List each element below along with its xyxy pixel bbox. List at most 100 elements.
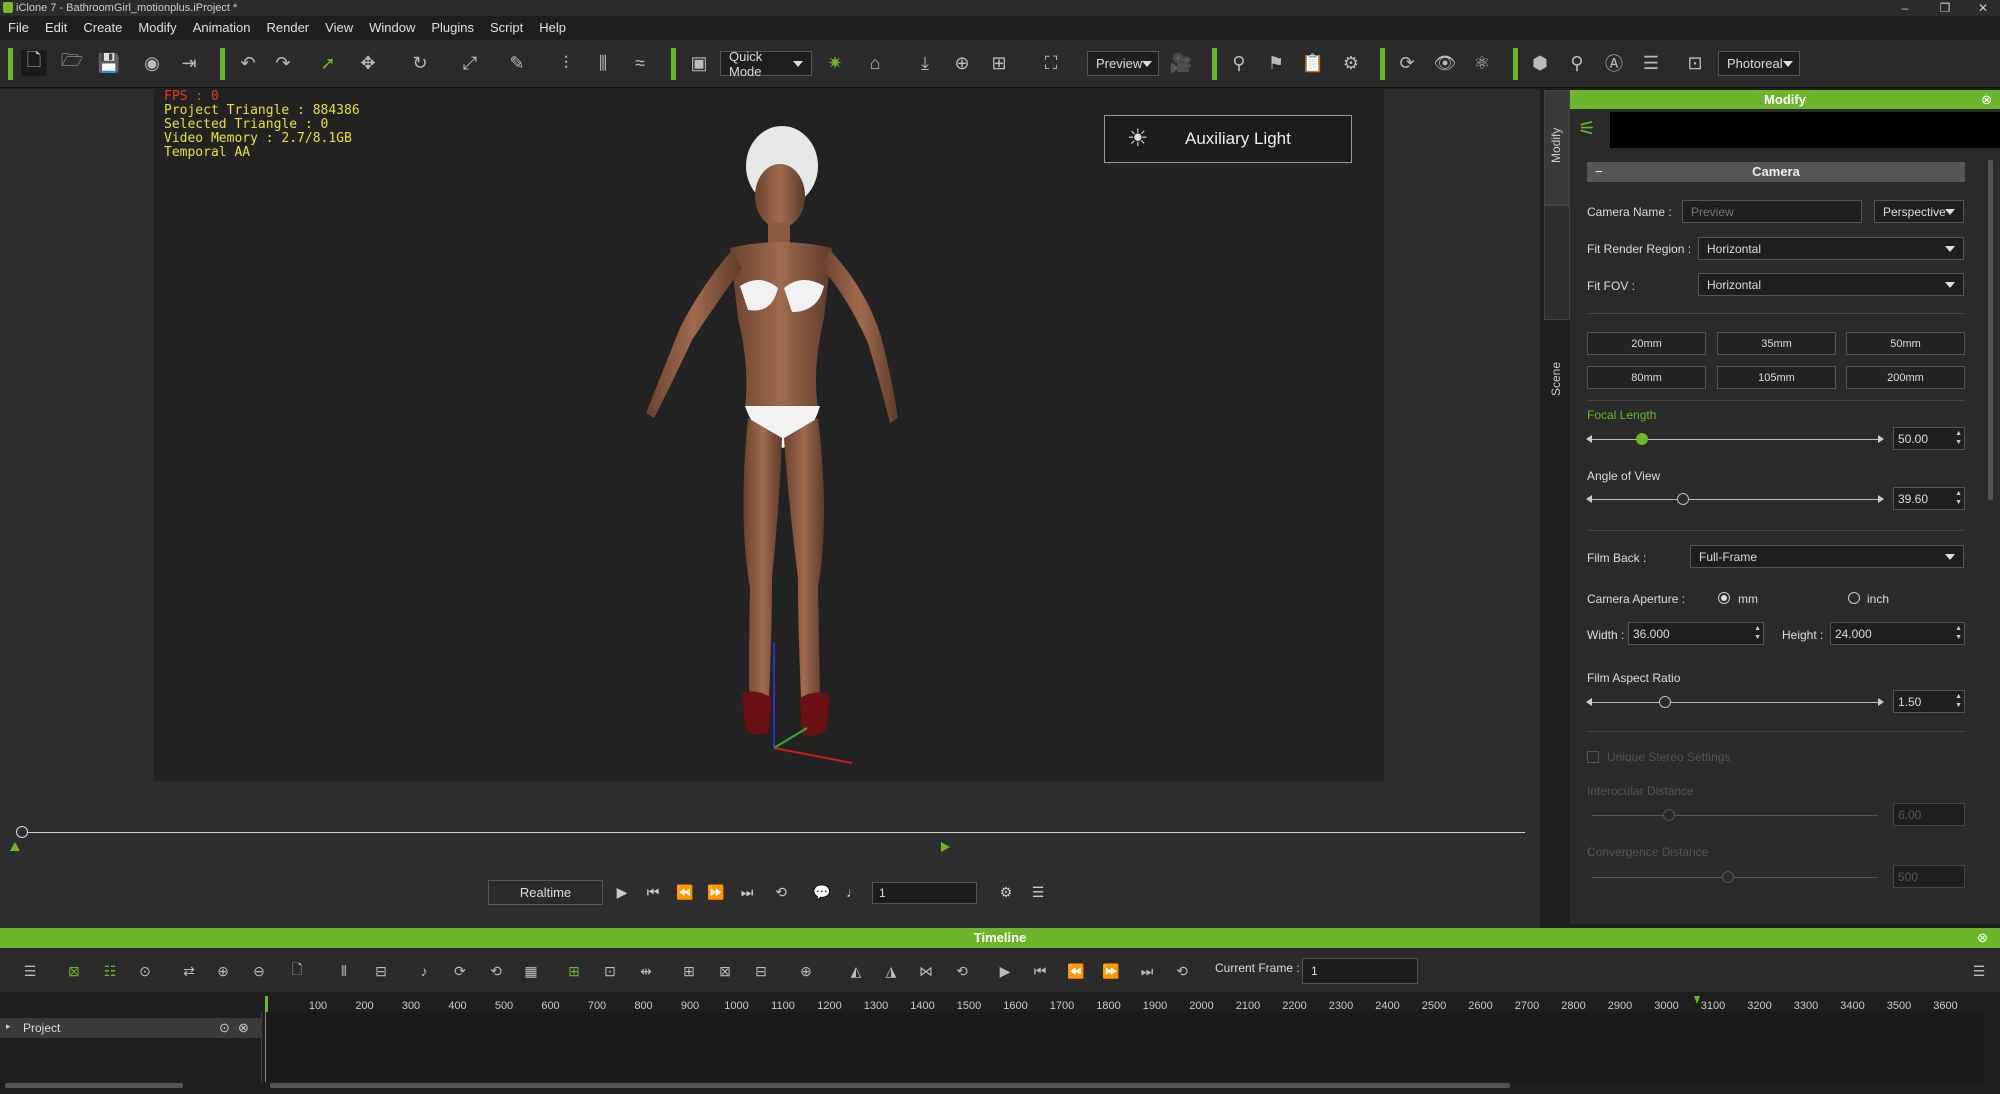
mm-radio[interactable] [1718, 592, 1730, 604]
distribute-icon[interactable]: ⫼ [590, 50, 616, 76]
key-icon[interactable]: ⊠ [63, 960, 85, 982]
angle-slider[interactable] [1592, 499, 1878, 500]
realtime-button[interactable]: Realtime [488, 880, 603, 905]
lens-50mm-button[interactable]: 50mm [1846, 332, 1965, 355]
close-track-icon[interactable]: ⊗ [238, 1020, 249, 1036]
range-start-marker[interactable] [10, 842, 20, 851]
music-key-icon[interactable]: ♪ [413, 960, 435, 982]
select-arrow-icon[interactable]: ➚ [315, 50, 341, 76]
view-icon[interactable]: ⊙ [134, 960, 156, 982]
focal-length-handle[interactable] [1636, 433, 1648, 445]
camera-name-field[interactable] [1682, 200, 1862, 223]
add-key-icon[interactable]: ⊕ [212, 960, 234, 982]
puppet-icon[interactable]: ⚲ [1226, 50, 1252, 76]
save-icon[interactable]: 💾 [96, 50, 122, 76]
film-back-dropdown[interactable]: Full-Frame [1690, 545, 1964, 568]
tl-skip-start-icon[interactable]: ⏮ [1029, 960, 1051, 982]
render-quality-dropdown[interactable]: Photoreal [1718, 51, 1800, 76]
drop-to-floor-icon[interactable]: ⤓ [912, 50, 938, 76]
camera-dropdown[interactable]: Preview [1087, 51, 1159, 76]
auxiliary-light-button[interactable]: ☀ Auxiliary Light [1104, 115, 1352, 163]
inch-radio[interactable] [1848, 592, 1860, 604]
angle-handle[interactable] [1677, 493, 1689, 505]
clipboard-icon[interactable]: 📋 [1300, 50, 1326, 76]
menu-help[interactable]: Help [531, 20, 574, 35]
aspect-ratio-input[interactable]: 1.50 ▲ ▼ [1893, 690, 1965, 713]
modify-scrollbar[interactable] [1988, 160, 1993, 500]
mode-dropdown[interactable]: Quick Mode [720, 49, 812, 79]
time-scrubber-track[interactable] [20, 832, 1525, 833]
time-scrubber-handle[interactable] [16, 826, 28, 838]
lens-20mm-button[interactable]: 20mm [1587, 332, 1706, 355]
loop-icon[interactable]: ⟲ [770, 881, 792, 903]
slider-right-arrow[interactable] [1878, 495, 1884, 503]
document-icon[interactable]: 🗋 [286, 960, 308, 982]
zoom-icon[interactable]: ⊕ [795, 960, 817, 982]
light-sun-icon[interactable]: ✷ [822, 50, 848, 76]
iray-icon[interactable]: ⬢ [1527, 50, 1553, 76]
camera-section-header[interactable]: − Camera [1587, 162, 1965, 182]
frame-icon[interactable]: ⛶ [1038, 50, 1064, 76]
prev-frame-icon[interactable]: ⏪ [674, 881, 696, 903]
timeline-scrollbar[interactable] [270, 1083, 1510, 1088]
rotate-icon[interactable]: ↻ [407, 50, 433, 76]
flip-icon[interactable]: ◭ [845, 960, 867, 982]
menu-edit[interactable]: Edit [37, 20, 75, 35]
new-file-icon[interactable]: 🗋 [21, 50, 47, 76]
cycle-icon[interactable]: ⟳ [449, 960, 471, 982]
move-icon[interactable]: ✥ [355, 50, 381, 76]
maximize-button[interactable]: ❐ [1930, 0, 1960, 16]
text-icon[interactable]: Ⓐ [1601, 50, 1627, 76]
settings-sliders-icon[interactable]: ☰ [1638, 50, 1664, 76]
camera-icon[interactable]: 🎥 [1168, 50, 1194, 76]
flip2-icon[interactable]: ◮ [880, 960, 902, 982]
menu-script[interactable]: Script [482, 20, 531, 35]
spin-arrows[interactable]: ▲ ▼ [1955, 692, 1962, 710]
track-area[interactable] [265, 1012, 1985, 1082]
lens-80mm-button[interactable]: 80mm [1587, 366, 1706, 389]
range-icon[interactable]: ⊞ [563, 960, 585, 982]
wireframe-icon[interactable]: ≈ [627, 50, 653, 76]
tl-skip-end-icon[interactable]: ⏭ [1136, 960, 1158, 982]
project-track-row[interactable]: ▸ Project ⊙ ⊗ [0, 1018, 262, 1038]
motion-layer-icon[interactable]: ▦ [520, 960, 542, 982]
menu-window[interactable]: Window [361, 20, 423, 35]
track-list-scrollbar[interactable] [5, 1083, 183, 1088]
menu-plugins[interactable]: Plugins [423, 20, 482, 35]
insert-icon[interactable]: ⊞ [678, 960, 700, 982]
blend-icon[interactable]: ⊟ [750, 960, 772, 982]
collapse-icon[interactable]: − [1595, 162, 1603, 182]
spin-arrows[interactable]: ▲ ▼ [1754, 624, 1761, 642]
subtitle-icon[interactable]: 💬 [811, 881, 833, 903]
angle-input[interactable]: 39.60 ▲ ▼ [1893, 487, 1965, 510]
redo-icon[interactable]: ↷ [270, 50, 296, 76]
eraser-icon[interactable]: ✎ [504, 50, 530, 76]
center-icon[interactable]: ⊕ [949, 50, 975, 76]
lookat-icon[interactable]: 👁 [1432, 50, 1458, 76]
playback-settings-icon[interactable]: ⚙ [995, 881, 1017, 903]
swap-icon[interactable]: ⇄ [178, 960, 200, 982]
minimize-button[interactable]: – [1890, 0, 1920, 16]
smart-search-icon[interactable]: ⚲ [1564, 50, 1590, 76]
track-list-icon[interactable]: ☰ [19, 960, 41, 982]
menu-render[interactable]: Render [259, 20, 318, 35]
close-timeline-icon[interactable]: ⊗ [1977, 928, 1988, 948]
collapse-track-icon[interactable]: ⊙ [219, 1020, 230, 1036]
stereo-checkbox[interactable] [1587, 751, 1599, 763]
scale-icon[interactable]: ⤢ [457, 50, 483, 76]
expand-arrow-icon[interactable]: ▸ [6, 1021, 11, 1032]
lens-35mm-button[interactable]: 35mm [1717, 332, 1836, 355]
spin-arrows[interactable]: ▲ ▼ [1955, 489, 1962, 507]
playback-list-icon[interactable]: ☰ [1027, 881, 1049, 903]
delete-icon[interactable]: ⊠ [714, 960, 736, 982]
lens-105mm-button[interactable]: 105mm [1717, 366, 1836, 389]
height-input[interactable]: 24.000 ▲ ▼ [1830, 622, 1965, 645]
spin-arrows[interactable]: ▲ ▼ [1955, 624, 1962, 642]
flag-icon[interactable]: ⚑ [1263, 50, 1289, 76]
tab-modify[interactable]: Modify [1544, 90, 1570, 205]
range-end-marker[interactable] [941, 842, 950, 852]
menu-animation[interactable]: Animation [185, 20, 259, 35]
menu-modify[interactable]: Modify [130, 20, 184, 35]
music-note-icon[interactable]: ♩ [842, 881, 864, 903]
close-window-button[interactable]: ✕ [1968, 0, 1998, 16]
